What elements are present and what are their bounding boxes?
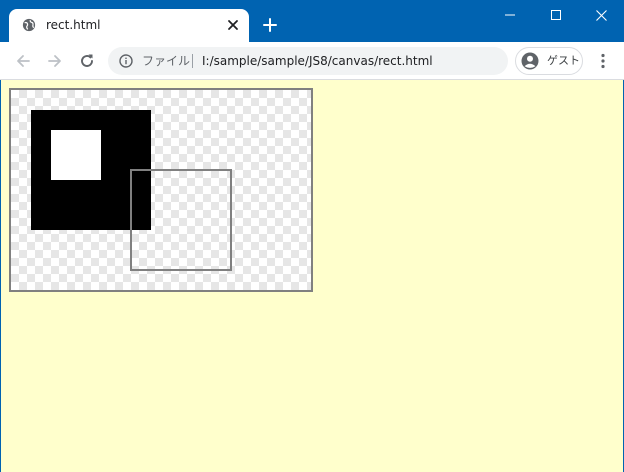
url-text[interactable]: I:/sample/sample/JS8/canvas/rect.html — [202, 53, 433, 69]
reload-icon — [81, 54, 93, 67]
profile-button[interactable]: ゲスト — [515, 47, 583, 75]
scheme-label: ファイル — [142, 54, 191, 68]
back-button[interactable] — [13, 51, 33, 71]
cleared-rectangle — [51, 130, 101, 180]
info-icon[interactable] — [119, 54, 133, 68]
tab-rect-html[interactable]: rect.html — [9, 9, 249, 42]
new-tab-plus-icon[interactable] — [262, 17, 278, 33]
page-content — [1, 80, 623, 472]
tab-strip: rect.html — [0, 0, 624, 42]
close-window-icon — [595, 9, 607, 21]
menu-button[interactable] — [594, 51, 612, 71]
canvas[interactable] — [9, 88, 313, 292]
arrow-left-icon — [17, 55, 30, 67]
address-separator — [192, 54, 193, 68]
tab-title: rect.html — [46, 18, 101, 32]
browser-toolbar: ファイル I:/sample/sample/JS8/canvas/rect.ht… — [0, 42, 624, 80]
reload-button[interactable] — [77, 51, 97, 71]
browser-window: rect.html ファイル I:/sample/sample/JS8/canv… — [0, 0, 624, 472]
profile-label: ゲスト — [547, 54, 580, 67]
minimize-button[interactable] — [487, 0, 533, 30]
arrow-right-icon — [48, 55, 61, 67]
canvas-drawing — [31, 110, 232, 271]
avatar-icon — [521, 52, 539, 70]
maximize-icon — [551, 10, 561, 20]
minimize-icon — [505, 14, 515, 16]
forward-button[interactable] — [45, 51, 65, 71]
close-window-button[interactable] — [578, 0, 624, 30]
globe-icon — [22, 18, 36, 32]
close-icon[interactable] — [226, 18, 240, 32]
address-bar[interactable]: ファイル I:/sample/sample/JS8/canvas/rect.ht… — [108, 47, 508, 75]
kebab-menu-icon — [601, 53, 605, 69]
maximize-button[interactable] — [533, 0, 579, 30]
